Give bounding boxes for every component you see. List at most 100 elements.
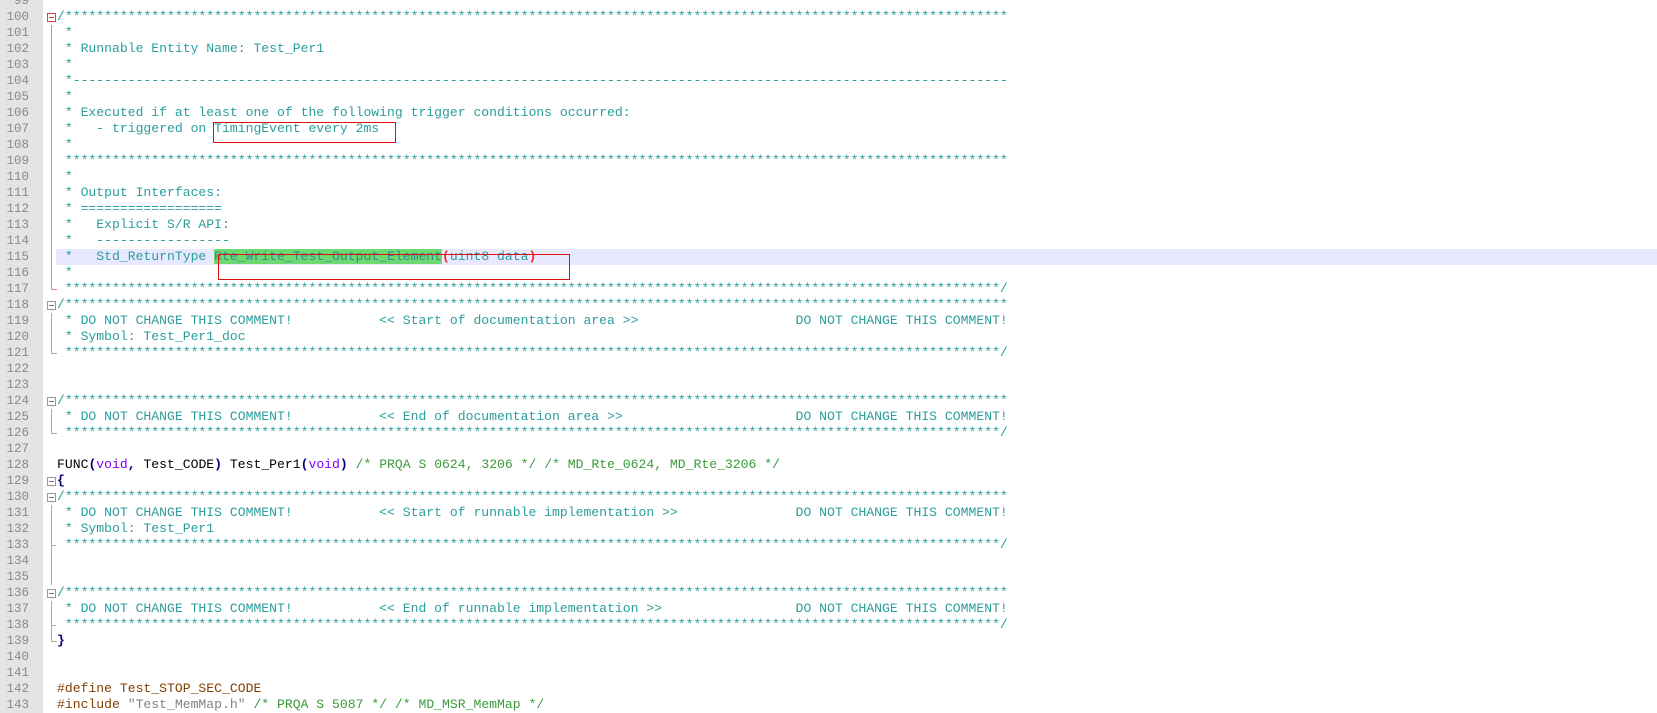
code-text: * Symbol: Test_Per1 (57, 521, 214, 537)
code-text: * Explicit S/R API: (57, 217, 230, 233)
code-line[interactable]: 129 { (0, 473, 1657, 489)
matched-brace: ) (528, 249, 537, 264)
code-text: FUNC(void, Test_CODE) Test_Per1(void) /*… (57, 457, 780, 473)
code-line[interactable]: 103 * (0, 57, 1657, 73)
code-line[interactable]: 139} (0, 633, 1657, 649)
code-text: ****************************************… (57, 345, 1008, 361)
code-line[interactable]: 140 (0, 649, 1657, 665)
fold-line (51, 41, 52, 57)
fold-tee-icon (51, 537, 56, 553)
fold-margin (43, 601, 56, 617)
string: "Test_MemMap.h" (127, 697, 246, 712)
fold-margin[interactable] (43, 393, 56, 409)
code-line[interactable]: 113 * Explicit S/R API: (0, 217, 1657, 233)
fold-tee-icon (51, 617, 56, 633)
code-line[interactable]: 142 #define Test_STOP_SEC_CODE (0, 681, 1657, 697)
fold-collapse-icon[interactable] (47, 493, 56, 502)
code-text: * DO NOT CHANGE THIS COMMENT! << End of … (57, 601, 1008, 617)
code-line[interactable]: 125 * DO NOT CHANGE THIS COMMENT! << End… (0, 409, 1657, 425)
code-line[interactable]: 120 * Symbol: Test_Per1_doc (0, 329, 1657, 345)
code-line[interactable]: 132 * Symbol: Test_Per1 (0, 521, 1657, 537)
code-line[interactable]: 99 (0, 0, 1657, 9)
fold-line (51, 329, 52, 345)
code-line[interactable]: 131 * DO NOT CHANGE THIS COMMENT! << Sta… (0, 505, 1657, 521)
code-line[interactable]: 138 ************************************… (0, 617, 1657, 633)
doc-comment: * (57, 137, 73, 152)
doc-comment: * Runnable Entity Name: Test_Per1 (57, 41, 325, 56)
code-line[interactable]: 124 /************************************… (0, 393, 1657, 409)
fold-margin (43, 57, 56, 73)
fold-margin (43, 345, 57, 361)
code-line[interactable]: 126 ************************************… (0, 425, 1657, 441)
code-line[interactable]: 119 * DO NOT CHANGE THIS COMMENT! << Sta… (0, 313, 1657, 329)
code-line[interactable]: 112 * ================== (0, 201, 1657, 217)
fold-collapse-icon[interactable] (47, 589, 56, 598)
fold-line (51, 153, 52, 169)
fold-line (51, 521, 52, 537)
fold-margin[interactable] (43, 489, 56, 505)
code-line[interactable]: 114 * ----------------- (0, 233, 1657, 249)
fold-collapse-icon[interactable] (47, 397, 56, 406)
fold-margin (43, 137, 56, 153)
line-number: 137 (0, 601, 43, 617)
code-line[interactable]: 116 * (0, 265, 1657, 281)
code-text: * DO NOT CHANGE THIS COMMENT! << Start o… (57, 505, 1008, 521)
code-line[interactable]: 118 /************************************… (0, 297, 1657, 313)
code-text: * ----------------- (57, 233, 230, 249)
fold-margin (43, 313, 56, 329)
code-line[interactable]: 107 * - triggered on TimingEvent every 2… (0, 121, 1657, 137)
doc-comment: * ----------------- (57, 233, 230, 248)
code-line[interactable]: 111 * Output Interfaces: (0, 185, 1657, 201)
code-line[interactable]: 133 ************************************… (0, 537, 1657, 553)
fold-margin (43, 665, 56, 681)
fold-margin (43, 633, 57, 649)
code-text: *---------------------------------------… (57, 73, 1008, 89)
line-number: 101 (0, 25, 43, 41)
line-number: 138 (0, 617, 43, 633)
code-line[interactable]: 109 ************************************… (0, 153, 1657, 169)
code-line[interactable]: 104 *-----------------------------------… (0, 73, 1657, 89)
code-text: #define Test_STOP_SEC_CODE (57, 681, 261, 697)
code-line[interactable]: 115 * Std_ReturnType Rte_Write_Test_Outp… (0, 249, 1657, 265)
code-line[interactable]: 117 ************************************… (0, 281, 1657, 297)
fold-line (51, 169, 52, 185)
code-line[interactable]: 127 (0, 441, 1657, 457)
code-line[interactable]: 101 * (0, 25, 1657, 41)
code-line[interactable]: 110 * (0, 169, 1657, 185)
code-editor[interactable]: 99 100 /**********************************… (0, 0, 1657, 713)
fold-margin[interactable] (43, 297, 56, 313)
code-text: { (57, 473, 65, 489)
line-comment: /* PRQA S 5087 */ /* MD_MSR_MemMap */ (245, 697, 545, 712)
line-number: 116 (0, 265, 43, 281)
fold-line (51, 105, 52, 121)
code-text: * (57, 57, 73, 73)
code-line[interactable]: 135 (0, 569, 1657, 585)
code-line[interactable]: 141 (0, 665, 1657, 681)
code-line[interactable]: 137 * DO NOT CHANGE THIS COMMENT! << End… (0, 601, 1657, 617)
code-line[interactable]: 106 * Executed if at least one of the fo… (0, 105, 1657, 121)
code-line[interactable]: 102 * Runnable Entity Name: Test_Per1 (0, 41, 1657, 57)
code-line[interactable]: 108 * (0, 137, 1657, 153)
code-line[interactable]: 122 (0, 361, 1657, 377)
line-number: 139 (0, 633, 43, 649)
code-text: } (57, 633, 65, 649)
operator: } (57, 633, 65, 648)
code-line[interactable]: 130 /************************************… (0, 489, 1657, 505)
fold-collapse-icon[interactable] (47, 301, 56, 310)
fold-margin[interactable] (43, 473, 56, 489)
fold-collapse-icon[interactable] (47, 477, 56, 486)
code-line[interactable]: 134 (0, 553, 1657, 569)
code-line[interactable]: 100 /************************************… (0, 9, 1657, 25)
line-number: 117 (0, 281, 43, 297)
line-number: 107 (0, 121, 43, 137)
line-number: 114 (0, 233, 43, 249)
code-line[interactable]: 121 ************************************… (0, 345, 1657, 361)
fold-margin[interactable] (43, 9, 56, 25)
code-line[interactable]: 128 FUNC(void, Test_CODE) Test_Per1(void)… (0, 457, 1657, 473)
fold-margin (43, 681, 56, 697)
fold-collapse-icon[interactable] (47, 13, 56, 22)
code-line[interactable]: 136 /************************************… (0, 585, 1657, 601)
fold-margin[interactable] (43, 585, 56, 601)
code-line[interactable]: 123 (0, 377, 1657, 393)
code-line[interactable]: 105 * (0, 89, 1657, 105)
